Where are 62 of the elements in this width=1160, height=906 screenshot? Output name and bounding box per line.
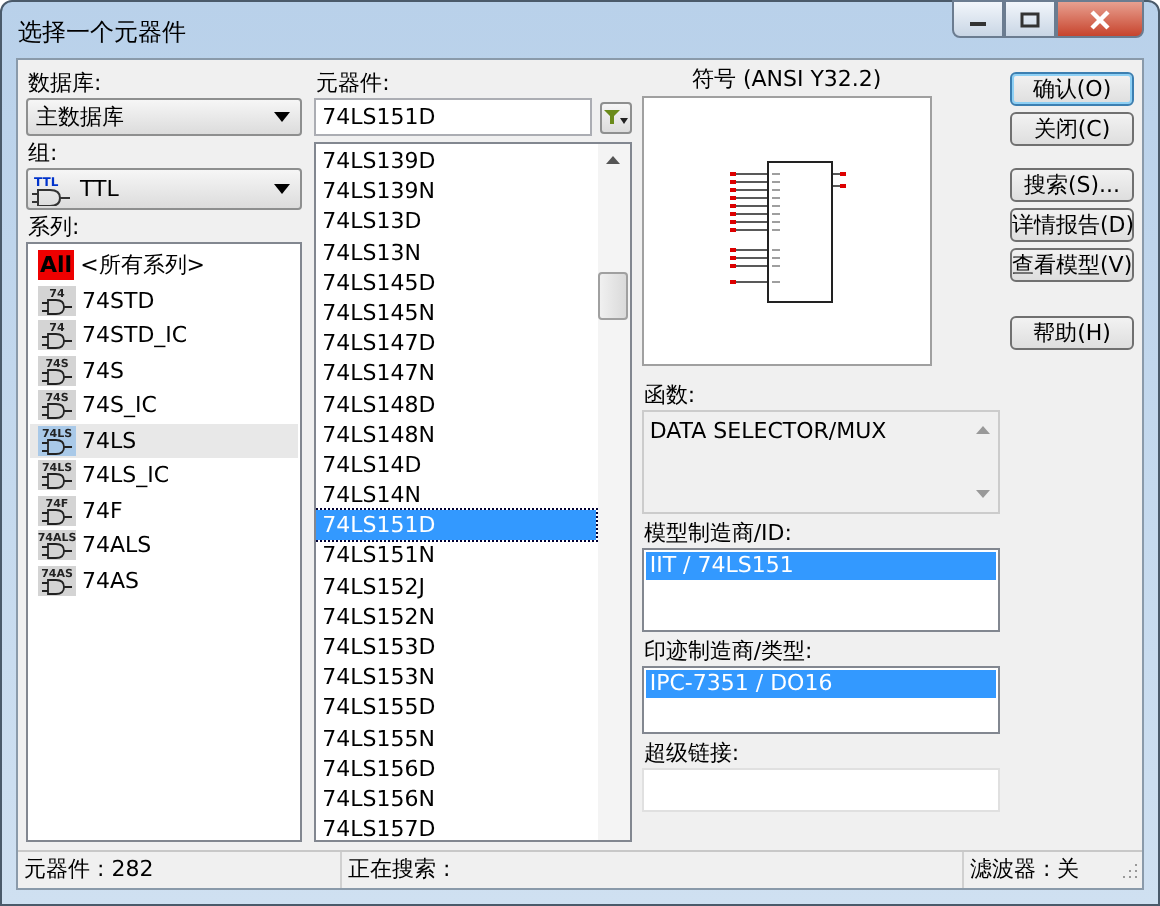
status-text: 元器件 : 282	[18, 852, 342, 888]
dialog-button[interactable]: 确认(O)	[1010, 72, 1135, 106]
hyperlink-field[interactable]	[641, 768, 1001, 812]
component-item[interactable]: 74LS152N	[316, 601, 596, 632]
series-item[interactable]: All <所有系列>	[30, 248, 299, 283]
component-item[interactable]: 74LS151N	[316, 540, 596, 572]
group-label: 组:	[28, 140, 60, 166]
database-label: 数据库:	[28, 70, 104, 96]
scrollbar[interactable]	[597, 144, 630, 840]
component-item[interactable]: 74LS13D	[316, 206, 596, 238]
resize-grip-icon	[1122, 862, 1138, 878]
status-text: 滤波器 : 关	[968, 854, 1082, 886]
component-item[interactable]: 74LS13N	[316, 237, 596, 268]
component-item[interactable]: 74LS14D	[316, 449, 596, 481]
component-item[interactable]: 74LS153D	[316, 632, 596, 663]
database-dropdown[interactable]: 主数据库	[26, 98, 303, 136]
filter-icon	[603, 108, 628, 126]
component-item[interactable]: 74LS147D	[316, 328, 596, 359]
component-item[interactable]: 74LS139N	[316, 176, 596, 207]
function-text: DATA SELECTOR/MUX	[647, 416, 889, 448]
component-item[interactable]: 74LS155D	[316, 692, 596, 724]
all-badge: All	[38, 250, 75, 281]
component-item[interactable]: 74LS155N	[316, 723, 596, 754]
hyperlink-label: 超级链接:	[643, 740, 742, 766]
component-item[interactable]: 74LS153N	[316, 662, 596, 693]
symbol-label: 符号 (ANSI Y32.2)	[689, 66, 884, 92]
dialog-button[interactable]: 搜索(S)...	[1010, 168, 1135, 202]
dialog-button[interactable]: 帮助(H)	[1010, 316, 1135, 350]
component-item[interactable]: 74LS148D	[316, 389, 596, 420]
dialog-button[interactable]: 查看模型(V)	[1010, 248, 1135, 282]
function-label: 函数:	[643, 382, 698, 408]
scroll-up-icon	[975, 426, 990, 434]
caret-icon	[274, 184, 291, 194]
scroll-down-icon	[975, 490, 990, 498]
scroll-up-icon	[606, 156, 621, 164]
model-maker-label: 模型制造商/ID:	[643, 520, 794, 546]
component-item[interactable]: 74LS147N	[316, 358, 596, 389]
caret-icon	[274, 112, 291, 122]
component-item[interactable]: 74LS145D	[316, 267, 596, 298]
close-icon	[1088, 9, 1112, 29]
minimize-button[interactable]	[952, 0, 1004, 38]
component-search-field[interactable]: 74LS151D	[314, 98, 592, 136]
series-label: 系列:	[28, 214, 82, 240]
component-label: 元器件:	[316, 70, 392, 96]
dialog-button[interactable]: 关闭(C)	[1010, 112, 1135, 146]
component-item[interactable]: 74LS145N	[316, 297, 596, 329]
component-item[interactable]: 74LS14N	[316, 480, 596, 511]
maximize-button[interactable]	[1004, 0, 1056, 38]
component-item[interactable]: 74LS156N	[316, 783, 596, 815]
component-item[interactable]: 74LS152J	[316, 571, 596, 602]
maximize-icon	[1020, 11, 1040, 27]
footprint-label: 印迹制造商/类型:	[643, 638, 815, 664]
window-title: 选择一个元器件	[18, 16, 186, 50]
status-text: 正在搜索 :	[342, 852, 964, 888]
component-item[interactable]: 74LS139D	[316, 146, 596, 177]
component-item[interactable]: 74LS157D	[316, 814, 596, 840]
component-item[interactable]: 74LS156D	[316, 753, 596, 784]
close-button[interactable]	[1056, 0, 1144, 38]
filter-button[interactable]	[599, 101, 632, 133]
component-item[interactable]: 74LS148N	[316, 419, 596, 450]
dialog-button[interactable]: 详情报告(D)	[1010, 208, 1135, 242]
scroll-thumb[interactable]	[598, 272, 629, 320]
